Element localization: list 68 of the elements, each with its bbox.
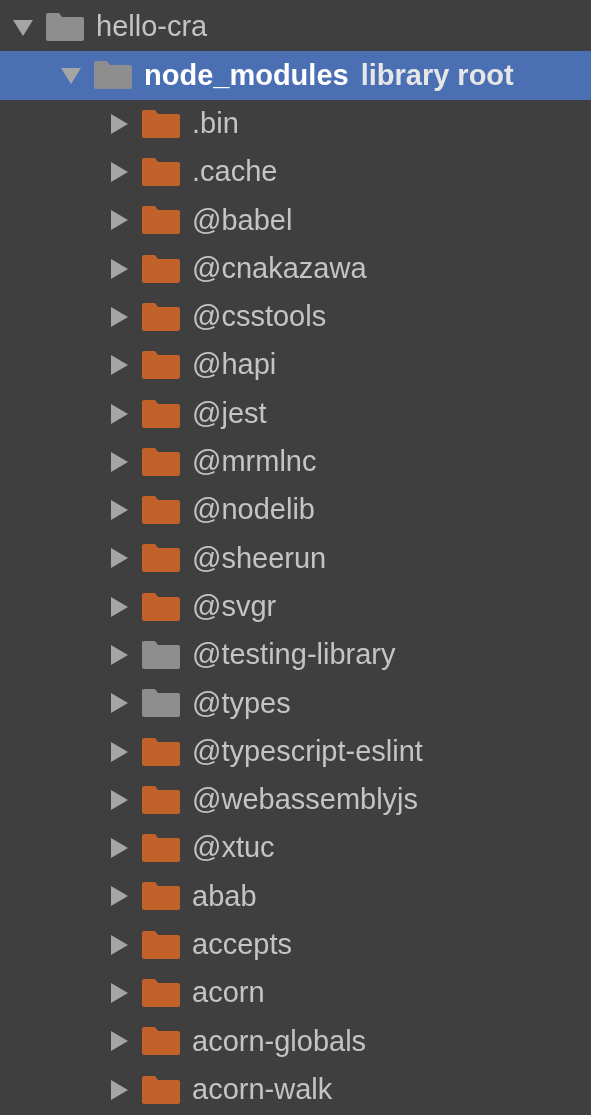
tree-row[interactable]: @typescript-eslint [0, 727, 591, 776]
folder-name: acorn-walk [192, 1071, 333, 1107]
folder-name: @webassemblyjs [192, 782, 419, 818]
tree-row[interactable]: .bin [0, 99, 591, 148]
collapsed-arrow-icon[interactable] [108, 161, 130, 184]
folder-name: @typescript-eslint [192, 733, 423, 769]
folder-name: .cache [192, 154, 278, 190]
tree-row[interactable]: @sheerun [0, 534, 591, 583]
collapsed-arrow-icon[interactable] [108, 933, 130, 956]
folder-name: abab [192, 878, 257, 914]
collapsed-arrow-icon[interactable] [108, 112, 130, 135]
tree-row[interactable]: @cnakazawa [0, 244, 591, 293]
collapsed-arrow-icon[interactable] [108, 209, 130, 232]
collapsed-arrow-icon[interactable] [108, 837, 130, 860]
folder-name: @csstools [192, 299, 327, 335]
folder-note: library root [360, 57, 514, 93]
collapsed-arrow-icon[interactable] [108, 982, 130, 1005]
tree-row[interactable]: hello-cra [0, 3, 591, 52]
tree-row[interactable]: acorn-globals [0, 1017, 591, 1066]
tree-row[interactable]: acorn-walk [0, 1065, 591, 1114]
collapsed-arrow-icon[interactable] [108, 257, 130, 280]
collapsed-arrow-icon[interactable] [108, 305, 130, 328]
tree-row[interactable]: @hapi [0, 341, 591, 390]
folder-name: @cnakazawa [192, 250, 367, 286]
folder-name: hello-cra [96, 9, 208, 45]
folder-name: accepts [192, 927, 292, 963]
tree-row[interactable]: @csstools [0, 292, 591, 342]
collapsed-arrow-icon[interactable] [108, 354, 130, 377]
tree-row[interactable]: acorn [0, 968, 591, 1018]
folder-name: @sheerun [192, 540, 327, 576]
tree-row[interactable]: accepts [0, 920, 591, 969]
collapsed-arrow-icon[interactable] [108, 547, 130, 570]
tree-row[interactable]: @babel [0, 196, 591, 245]
tree-row[interactable]: @nodelib [0, 485, 591, 535]
tree-row[interactable]: @webassemblyjs [0, 775, 591, 825]
folder-name: @jest [192, 395, 267, 431]
tree-row[interactable]: @svgr [0, 582, 591, 631]
collapsed-arrow-icon[interactable] [108, 499, 130, 522]
collapsed-arrow-icon[interactable] [108, 1030, 130, 1053]
tree-row[interactable]: @mrmlnc [0, 437, 591, 486]
collapsed-arrow-icon[interactable] [108, 885, 130, 908]
folder-name: @xtuc [192, 830, 275, 866]
tree-row[interactable]: @jest [0, 389, 591, 438]
tree-row[interactable]: @testing-library [0, 630, 591, 680]
tree-row[interactable]: .cache [0, 147, 591, 197]
folder-name: acorn [192, 975, 265, 1011]
folder-name: @types [192, 685, 291, 721]
folder-name: @hapi [192, 347, 277, 383]
folder-name: @testing-library [192, 637, 396, 673]
collapsed-arrow-icon[interactable] [108, 788, 130, 811]
folder-name: .bin [192, 106, 239, 141]
folder-name: acorn-globals [192, 1023, 367, 1059]
tree-row[interactable]: @xtuc [0, 824, 591, 873]
tree-row[interactable]: abab [0, 872, 591, 921]
tree-row[interactable]: @types [0, 679, 591, 728]
folder-name: @mrmlnc [192, 444, 317, 480]
folder-name: @svgr [192, 588, 277, 624]
folder-name: @nodelib [192, 492, 315, 528]
collapsed-arrow-icon[interactable] [108, 644, 130, 666]
collapsed-arrow-icon[interactable] [108, 740, 130, 763]
collapsed-arrow-icon[interactable] [108, 595, 130, 618]
collapsed-arrow-icon[interactable] [108, 692, 130, 715]
collapsed-arrow-icon[interactable] [108, 450, 130, 473]
folder-name: @babel [192, 202, 293, 238]
collapsed-arrow-icon[interactable] [108, 1078, 130, 1101]
folder-name: node_modules [144, 57, 349, 93]
collapsed-arrow-icon[interactable] [108, 402, 130, 425]
tree-row[interactable]: node_modules library root [0, 51, 591, 100]
